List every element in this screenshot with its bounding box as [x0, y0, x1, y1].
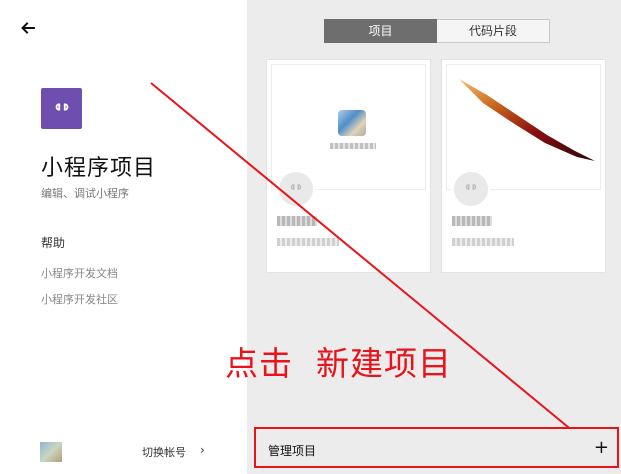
tab-bar: 项目 代码片段	[324, 19, 550, 43]
project-avatar	[452, 170, 490, 208]
project-preview-text	[330, 143, 376, 149]
app-title: 小程序项目	[41, 156, 157, 181]
project-card[interactable]	[266, 59, 431, 273]
manage-projects-bar: 管理项目 +	[254, 427, 619, 468]
project-appid	[277, 238, 339, 246]
docs-link[interactable]: 小程序开发文档	[41, 265, 118, 281]
project-name	[277, 216, 317, 226]
project-card[interactable]	[441, 59, 606, 273]
miniprogram-link-icon	[51, 96, 73, 122]
miniprogram-link-icon	[287, 178, 305, 200]
avatar	[40, 442, 62, 462]
chevron-right-icon: ›	[200, 443, 205, 457]
project-name	[452, 216, 492, 226]
project-avatar	[277, 170, 315, 208]
left-panel: 小程序项目 编辑、调试小程序 帮助 小程序开发文档 小程序开发社区 切换帐号 ›	[0, 0, 247, 474]
switch-account-button[interactable]: 切换帐号	[142, 444, 186, 460]
back-button[interactable]	[20, 20, 40, 40]
annotation-text: 点击 新建项目	[225, 344, 452, 383]
arrow-left-icon	[20, 20, 36, 41]
miniprogram-link-icon	[462, 178, 480, 200]
add-project-button[interactable]: +	[594, 438, 609, 458]
manage-projects-button[interactable]: 管理项目	[268, 442, 316, 459]
app-subtitle: 编辑、调试小程序	[41, 187, 129, 200]
project-appid	[452, 238, 514, 246]
help-heading: 帮助	[41, 236, 66, 250]
tab-code-snippets[interactable]: 代码片段	[437, 19, 550, 43]
community-link[interactable]: 小程序开发社区	[41, 291, 118, 307]
app-logo	[41, 88, 82, 129]
project-preview-image	[338, 110, 366, 136]
tab-projects[interactable]: 项目	[324, 19, 437, 43]
